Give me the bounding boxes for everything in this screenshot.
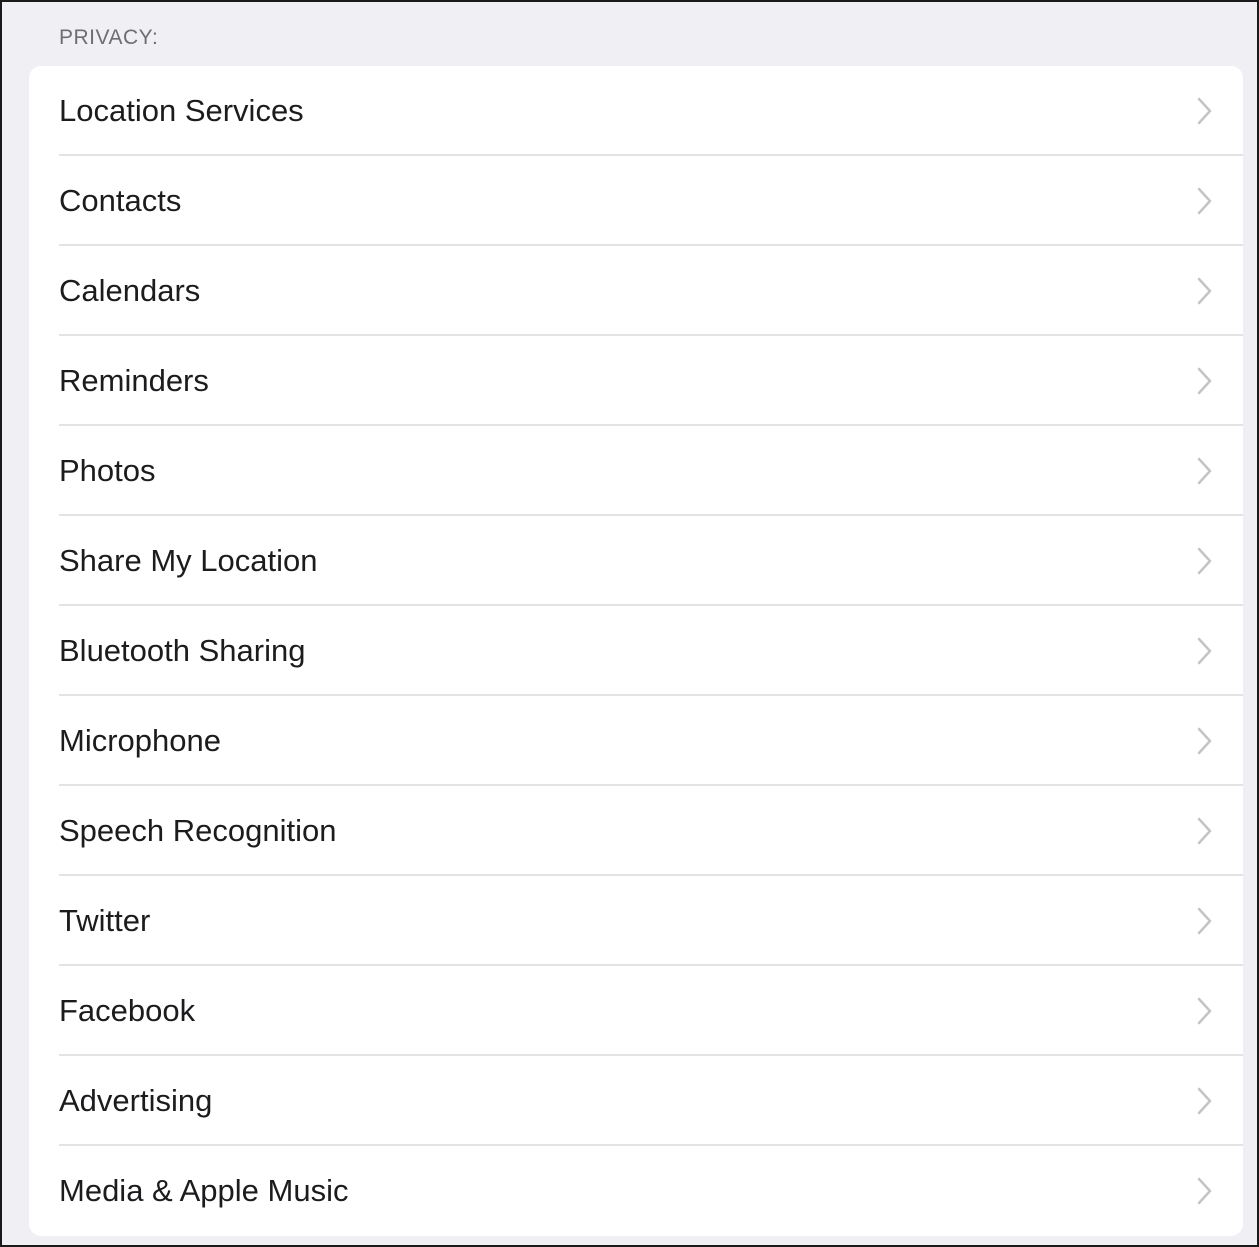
row-location-services[interactable]: Location Services — [29, 66, 1243, 156]
row-twitter[interactable]: Twitter — [29, 876, 1243, 966]
row-contacts[interactable]: Contacts — [29, 156, 1243, 246]
row-share-my-location[interactable]: Share My Location — [29, 516, 1243, 606]
chevron-right-icon — [1197, 547, 1212, 575]
section-header: PRIVACY: — [59, 26, 159, 49]
row-label: Media & Apple Music — [59, 1173, 349, 1208]
chevron-right-icon — [1197, 907, 1212, 935]
chevron-right-icon — [1197, 367, 1212, 395]
chevron-right-icon — [1197, 727, 1212, 755]
row-facebook[interactable]: Facebook — [29, 966, 1243, 1056]
chevron-right-icon — [1197, 637, 1212, 665]
row-label: Photos — [59, 453, 156, 488]
settings-screen: PRIVACY: Location Services Contacts Cale… — [0, 0, 1259, 1247]
chevron-right-icon — [1197, 817, 1212, 845]
chevron-right-icon — [1197, 457, 1212, 485]
chevron-right-icon — [1197, 187, 1212, 215]
row-label: Twitter — [59, 903, 151, 938]
chevron-right-icon — [1197, 1087, 1212, 1115]
row-advertising[interactable]: Advertising — [29, 1056, 1243, 1146]
row-label: Calendars — [59, 273, 201, 308]
privacy-settings-list: Location Services Contacts Calendars Rem… — [29, 66, 1243, 1236]
row-label: Share My Location — [59, 543, 318, 578]
row-label: Contacts — [59, 183, 182, 218]
row-calendars[interactable]: Calendars — [29, 246, 1243, 336]
row-label: Bluetooth Sharing — [59, 633, 306, 668]
row-label: Location Services — [59, 93, 304, 128]
row-label: Facebook — [59, 993, 196, 1028]
chevron-right-icon — [1197, 277, 1212, 305]
row-microphone[interactable]: Microphone — [29, 696, 1243, 786]
row-label: Advertising — [59, 1083, 213, 1118]
row-speech-recognition[interactable]: Speech Recognition — [29, 786, 1243, 876]
row-reminders[interactable]: Reminders — [29, 336, 1243, 426]
row-label: Reminders — [59, 363, 209, 398]
row-bluetooth-sharing[interactable]: Bluetooth Sharing — [29, 606, 1243, 696]
chevron-right-icon — [1197, 97, 1212, 125]
row-label: Speech Recognition — [59, 813, 337, 848]
chevron-right-icon — [1197, 1177, 1212, 1205]
row-label: Microphone — [59, 723, 221, 758]
row-photos[interactable]: Photos — [29, 426, 1243, 516]
row-media-apple-music[interactable]: Media & Apple Music — [29, 1146, 1243, 1236]
chevron-right-icon — [1197, 997, 1212, 1025]
